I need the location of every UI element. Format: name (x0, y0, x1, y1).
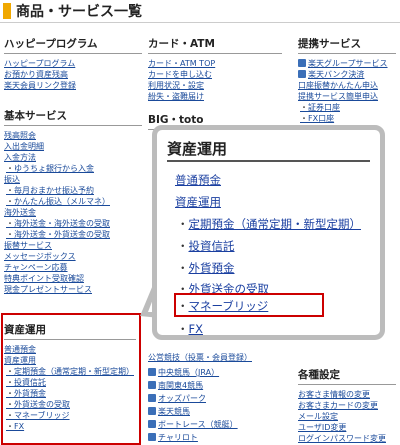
callout-highlight-box (174, 293, 324, 317)
callout-link-time-deposit[interactable]: 定期預金（通常定期・新型定期） (177, 216, 362, 232)
callout-link-asset-mgmt[interactable]: 資産運用 (175, 194, 221, 210)
callout-link-investment-trust[interactable]: 投資信託 (177, 238, 235, 254)
callout-link-fx-deposit[interactable]: 外貨預金 (177, 260, 235, 276)
callout-link-savings[interactable]: 普通預金 (175, 172, 221, 188)
callout-divider (167, 160, 370, 162)
zoom-callout: 資産運用 普通預金 資産運用 定期預金（通常定期・新型定期） 投資信託 外貨預金… (152, 125, 385, 340)
callout-heading: 資産運用 (167, 140, 228, 158)
callout-link-fx[interactable]: FX (177, 321, 204, 337)
